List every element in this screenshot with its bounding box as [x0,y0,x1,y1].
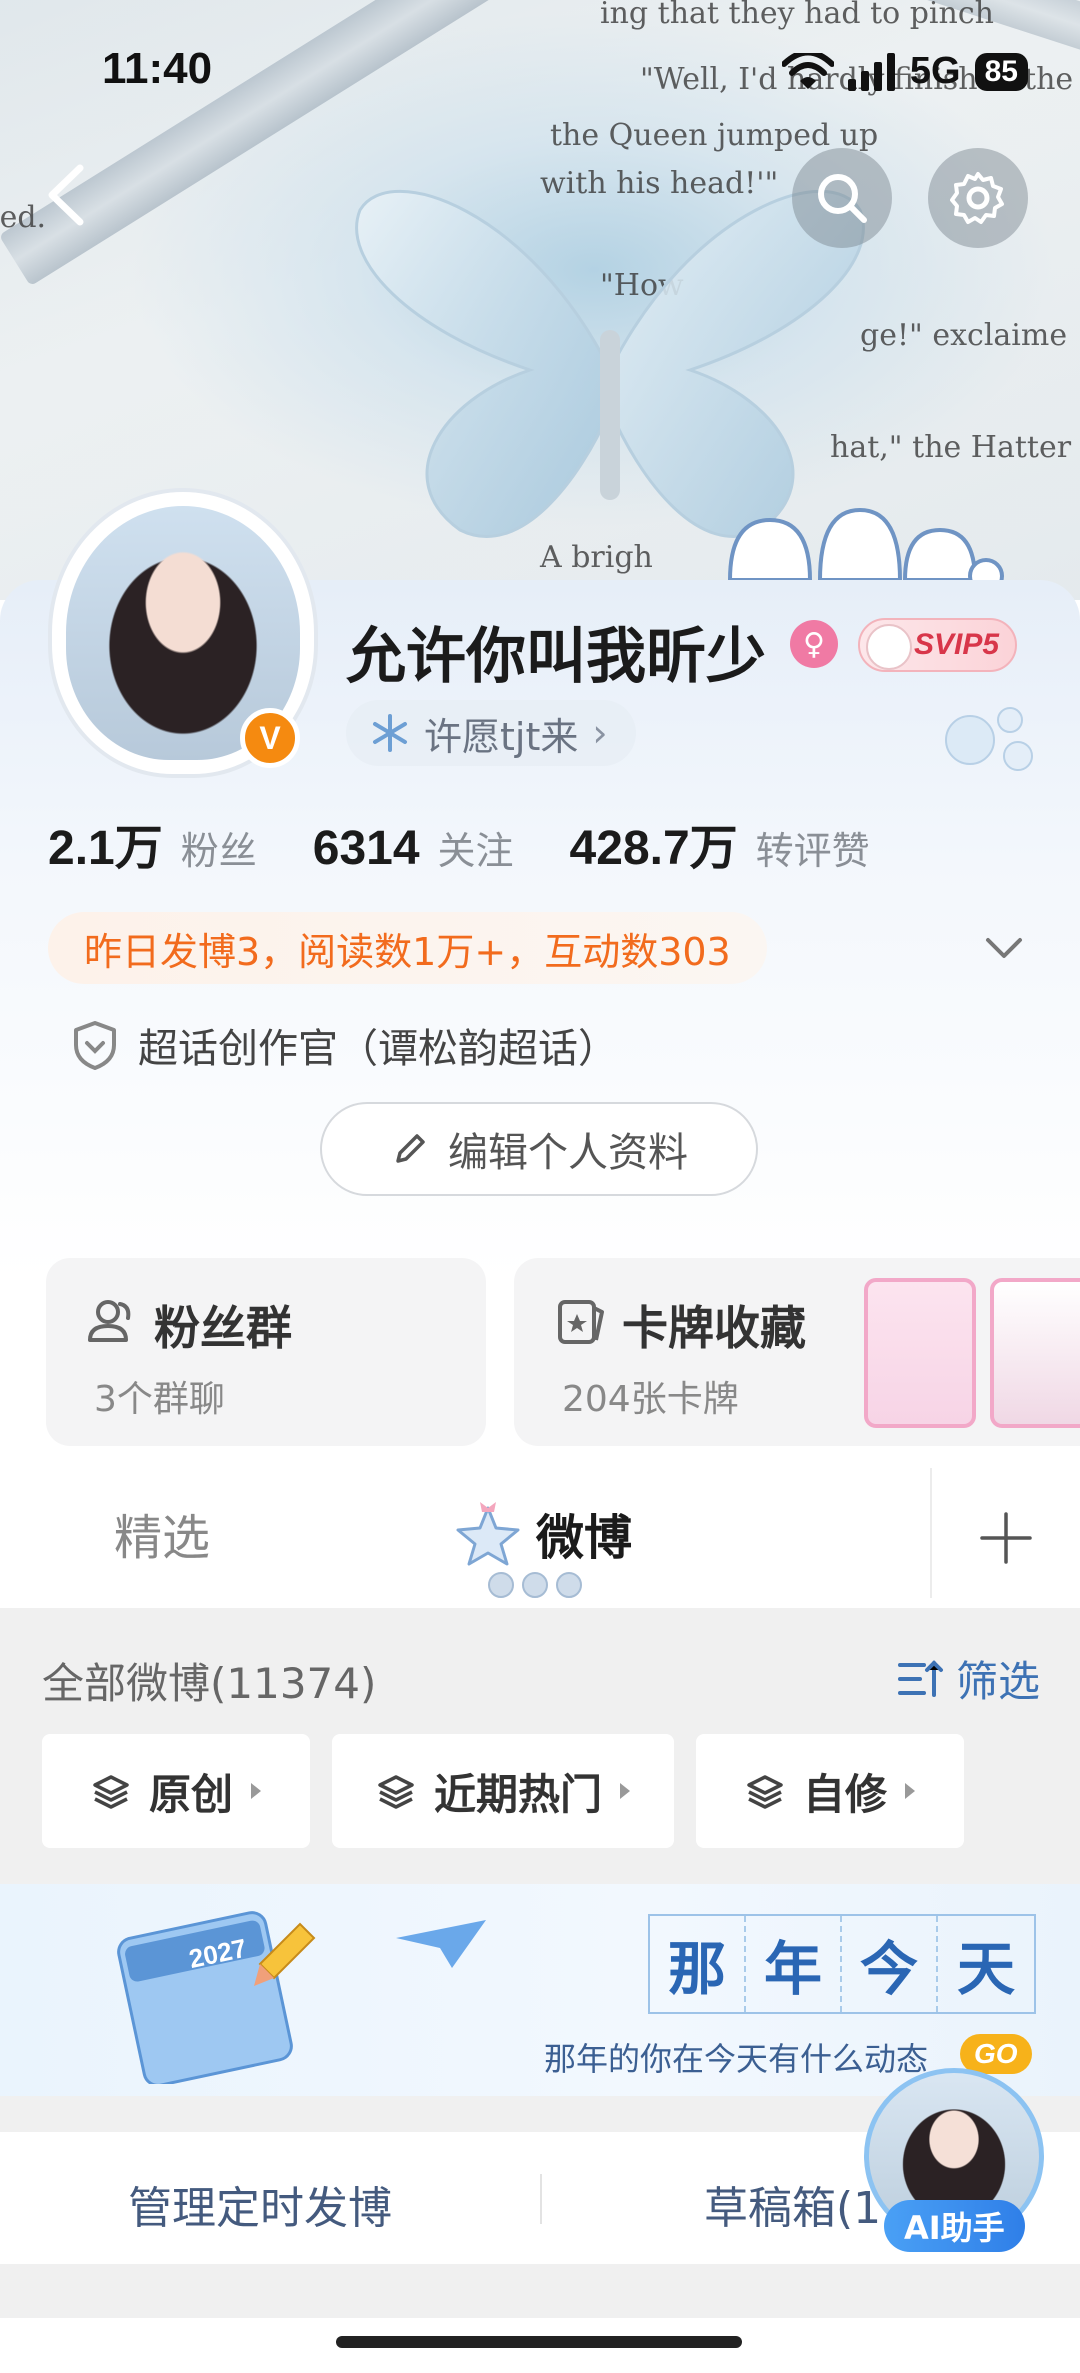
divider [540,2174,542,2224]
tab-weibo[interactable]: 微博 [536,1498,632,1568]
feed-section: 全部微博(11374) 筛选 原创 近期热门 自修 2027 那 年 今 天 那… [0,1608,1080,2373]
filter-label: 筛选 [956,1657,1041,1706]
superchat-role[interactable]: 超话创作官（谭松韵超话） [72,1016,618,1074]
activity-summary[interactable]: 昨日发博3，阅读数1万+，互动数303 [48,912,767,984]
collected-card-thumbnail [864,1278,976,1428]
search-icon [818,174,867,223]
ai-assistant-label[interactable]: AI助手 [884,2200,1025,2252]
status-time: 11:40 [102,44,213,93]
decoration-dot [556,1572,582,1598]
chip-self-study[interactable]: 自修 [696,1734,964,1848]
star-bow-icon [456,1502,520,1566]
on-this-day-title: 那 年 今 天 [648,1914,1036,2014]
fan-group-card[interactable]: 粉丝群 3个群聊 [46,1258,486,1446]
layers-icon [378,1775,414,1809]
settings-button[interactable] [928,148,1028,248]
profile-stats: 2.1万 粉丝 6314 关注 428.7万 转评赞 [48,808,926,878]
chevron-right-icon: › [592,711,608,755]
title-char: 年 [746,1916,842,2012]
stat-label: 粉丝 [180,829,257,873]
tab-divider [930,1468,932,1598]
stat-value: 6314 [312,822,420,875]
fan-group-title: 粉丝群 [154,1301,292,1355]
chip-label: 原创 [148,1769,233,1819]
plus-icon[interactable] [976,1508,1036,1568]
tab-featured[interactable]: 精选 [114,1498,210,1568]
chip-label: 近期热门 [433,1769,602,1819]
chevron-down-icon[interactable] [980,928,1028,968]
collected-card-thumbnail [990,1278,1080,1428]
wish-tag-label: 许愿tjt来 [424,714,579,759]
title-char: 那 [650,1916,746,2012]
on-this-day-banner[interactable]: 2027 那 年 今 天 那年的你在今天有什么动态 GO [0,1884,1080,2096]
decoration-dot [522,1572,548,1598]
status-indicators: 5G 85 [781,50,1028,93]
group-icon [88,1300,131,1342]
all-posts-count[interactable]: 全部微博(11374) [42,1650,376,1711]
snowflake-icon [373,714,407,752]
tab-decoration [488,1572,582,1598]
paper-plane-icon [396,1920,486,1968]
title-char: 天 [956,1935,1015,2003]
card-collection-card[interactable]: 卡牌收藏 204张卡牌 [514,1258,1080,1446]
fan-group-subtitle: 3个群聊 [94,1379,225,1420]
filter-button[interactable]: 筛选 [896,1648,1040,1709]
bubble-decoration [945,707,1033,771]
back-icon[interactable] [38,160,98,230]
caret-right-icon [620,1783,630,1799]
svip-badge[interactable]: SVIP5 [858,618,1018,672]
stat-value: 2.1万 [48,822,163,875]
gear-icon [950,172,1004,224]
verified-badge: V [240,708,300,768]
edit-profile-label: 编辑个人资料 [448,1130,688,1176]
stat-value: 428.7万 [569,822,738,875]
username: 允许你叫我昕少 [346,622,766,692]
network-label: 5G [909,50,961,92]
filter-icon [898,1659,943,1697]
stat-engagement[interactable]: 428.7万 转评赞 [570,808,870,878]
superchat-role-label: 超话创作官（谭松韵超话） [138,1026,618,1072]
shield-icon [74,1021,116,1070]
wifi-icon [781,52,834,89]
layers-icon [747,1775,783,1809]
calendar-illustration: 2027 [117,1911,316,2084]
card-collection-subtitle: 204张卡牌 [562,1379,739,1420]
pencil-icon [396,1134,425,1163]
stat-label: 关注 [437,829,514,873]
profile-tabs: 精选 微博 [0,1468,1080,1608]
chip-recent-hot[interactable]: 近期热门 [332,1734,674,1848]
go-button[interactable]: GO [960,2034,1032,2074]
layers-icon [93,1775,129,1809]
chip-label: 自修 [802,1769,887,1819]
decoration-dot [488,1572,514,1598]
wish-tag[interactable]: 许愿tjt来 › [346,700,636,766]
battery-indicator: 85 [974,52,1028,91]
caret-right-icon [905,1783,915,1799]
cover-text-line: ge!" exclaime [860,318,1068,353]
signal-icon [847,52,895,91]
female-icon: ♀ [790,620,838,668]
caret-right-icon [251,1783,261,1799]
title-char: 今 [842,1916,938,2012]
card-collection-icon [558,1300,604,1344]
stat-following[interactable]: 6314 关注 [313,820,514,876]
stat-followers[interactable]: 2.1万 粉丝 [48,808,257,878]
drafts-button[interactable]: 草稿箱(1 [704,2172,881,2236]
card-collection-title: 卡牌收藏 [622,1301,806,1355]
on-this-day-subtitle: 那年的你在今天有什么动态 [544,2040,929,2078]
search-button[interactable] [792,148,892,248]
manage-scheduled-posts-button[interactable]: 管理定时发博 [128,2172,392,2236]
status-bar: 11:40 5G 85 [0,0,1080,140]
stat-label: 转评赞 [755,829,870,873]
home-indicator[interactable] [336,2336,742,2348]
chip-original[interactable]: 原创 [42,1734,310,1848]
edit-profile-button[interactable]: 编辑个人资料 [320,1102,758,1196]
